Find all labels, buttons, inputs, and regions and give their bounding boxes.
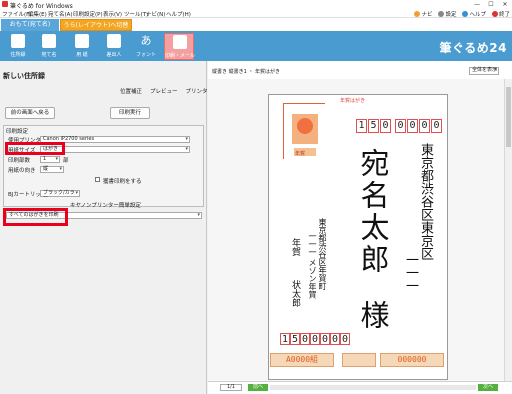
orientation-label: 用紙の向き <box>8 168 36 174</box>
title-bar: 筆ぐるめ for Windows — ☐ ✕ <box>0 0 512 10</box>
minimize-button[interactable]: — <box>470 0 484 9</box>
sender-zip-digit: 0 <box>310 333 320 345</box>
sender-address-1: 東京都渋谷区年賀町 <box>318 218 327 290</box>
print-execute-button[interactable]: 印刷実行 <box>110 107 150 119</box>
brand-logo: 筆ぐるめ24 <box>439 41 507 55</box>
duplex-checkbox[interactable] <box>95 177 100 182</box>
tab-switch-back-layout[interactable]: うら(レイアウト)へ切替 <box>60 19 132 31</box>
tab-front-atena[interactable]: おもて(宛て名) <box>1 19 59 31</box>
zoom-select[interactable]: 全体を表示 ▾ <box>469 67 499 75</box>
sender-zip-digit: 1 <box>280 333 290 345</box>
stamp-label: 年賀 <box>295 151 306 157</box>
page-track[interactable] <box>270 385 476 390</box>
menu-help[interactable]: ヘルプ(H) <box>166 10 191 18</box>
font-icon: あ <box>140 34 152 47</box>
layout-breadcrumb: 縦書き 縦書き1 ・ 年賀はがき <box>212 69 280 75</box>
sender-zip-digit: 0 <box>320 333 330 345</box>
font-button[interactable]: あ フォント <box>133 33 159 60</box>
recipient-address-1: 東京都渋谷区東京区 <box>418 143 433 260</box>
close-button[interactable]: ✕ <box>498 0 512 9</box>
maximize-button[interactable]: ☐ <box>484 0 498 9</box>
sender-name-2: 状太郎 <box>290 280 300 307</box>
navi-icon <box>414 11 421 17</box>
sender-zip: 1500000 <box>280 333 350 345</box>
recipient-name: 宛名太郎 <box>356 148 390 276</box>
menu-navi[interactable]: ナビ(N) <box>146 10 165 18</box>
sender-icon <box>107 34 121 48</box>
zip-digit: 0 <box>431 119 442 133</box>
copies-unit: 部 <box>63 158 69 164</box>
gear-icon <box>438 11 445 17</box>
menu-view[interactable]: 表示(V) <box>103 10 122 18</box>
print-mail-button[interactable]: 印刷・メール <box>164 33 195 60</box>
sender-button[interactable]: 差出人 <box>101 33 127 60</box>
menu-edit[interactable]: 編集(E) <box>28 10 47 18</box>
postcard-top-label: 年賀はがき <box>340 98 366 104</box>
address-book-button[interactable]: 住所録 <box>5 33 31 60</box>
zip-digit: 0 <box>395 119 406 133</box>
easy-setup-label: キヤノンプリンター簡単設定 <box>70 203 141 209</box>
sender-zip-digit: 0 <box>300 333 310 345</box>
copies-stepper[interactable]: 1 ▾ <box>40 156 60 163</box>
highlight-paper-size <box>5 142 65 155</box>
page-indicator: 1/1 <box>220 384 242 391</box>
highlight-print-target <box>3 208 68 226</box>
sender-address-2: 一一一 メゾン年賀 <box>308 232 317 299</box>
panel-title: 新しい住所録 <box>3 72 45 80</box>
app-icon <box>2 1 8 7</box>
zip-digit: 0 <box>407 119 418 133</box>
navi-link[interactable]: ナビ <box>414 10 432 18</box>
lottery-number-left: A0000組 <box>270 353 334 367</box>
sender-zip-digit: 0 <box>340 333 350 345</box>
help-link[interactable]: ヘルプ <box>462 10 486 18</box>
paper-button[interactable]: 用 紙 <box>69 33 95 60</box>
zip-digit: 0 <box>419 119 430 133</box>
vertical-scrollbar[interactable] <box>504 79 512 381</box>
exit-icon <box>491 11 498 17</box>
recipient-address-2: 一一一 <box>403 253 418 292</box>
menu-tools[interactable]: ツール(T) <box>124 10 148 18</box>
sender-zip-digit: 5 <box>290 333 300 345</box>
orientation-select[interactable]: 縦 ▾ <box>40 166 64 173</box>
menu-atena[interactable]: 宛て名(A) <box>48 10 73 18</box>
exit-link[interactable]: 終了 <box>491 10 510 18</box>
sender-name-1: 年賀 <box>290 238 300 256</box>
zip-digit: 1 <box>356 119 367 133</box>
menu-print-settings[interactable]: 印刷設定(P) <box>73 10 103 18</box>
duplex-label: 獲書印刷をする <box>103 179 142 185</box>
lottery-illustration <box>342 353 376 367</box>
back-button[interactable]: 前の画面へ戻る <box>5 107 55 119</box>
address-book-icon <box>11 34 25 48</box>
atena-button[interactable]: 宛て名 <box>36 33 62 60</box>
prev-page-button[interactable]: 前へ <box>248 384 268 391</box>
print-settings-title: 印刷設定 <box>6 129 29 135</box>
scroll-thumb[interactable] <box>506 87 511 147</box>
help-icon <box>462 11 469 17</box>
lottery-number-right: 000000 <box>380 353 444 367</box>
copies-label: 印刷部数 <box>8 158 31 164</box>
sender-zip-digit: 0 <box>330 333 340 345</box>
top-links: ナビ 設定 ヘルプ 終了 <box>414 10 510 18</box>
settings-link[interactable]: 設定 <box>438 10 456 18</box>
recipient-honorific: 様 <box>356 300 390 329</box>
subtab-position[interactable]: 位置補正 <box>120 87 142 95</box>
next-page-button[interactable]: 次へ <box>478 384 498 391</box>
subtab-preview[interactable]: プレビュー <box>150 87 178 95</box>
cartridge-select[interactable]: ブラック/カラー ▾ <box>40 190 80 201</box>
zip-digit: 5 <box>368 119 379 133</box>
postcard-icon <box>42 34 56 48</box>
paper-icon <box>75 34 89 48</box>
zip-digit: 0 <box>380 119 391 133</box>
printer-icon <box>173 35 187 49</box>
